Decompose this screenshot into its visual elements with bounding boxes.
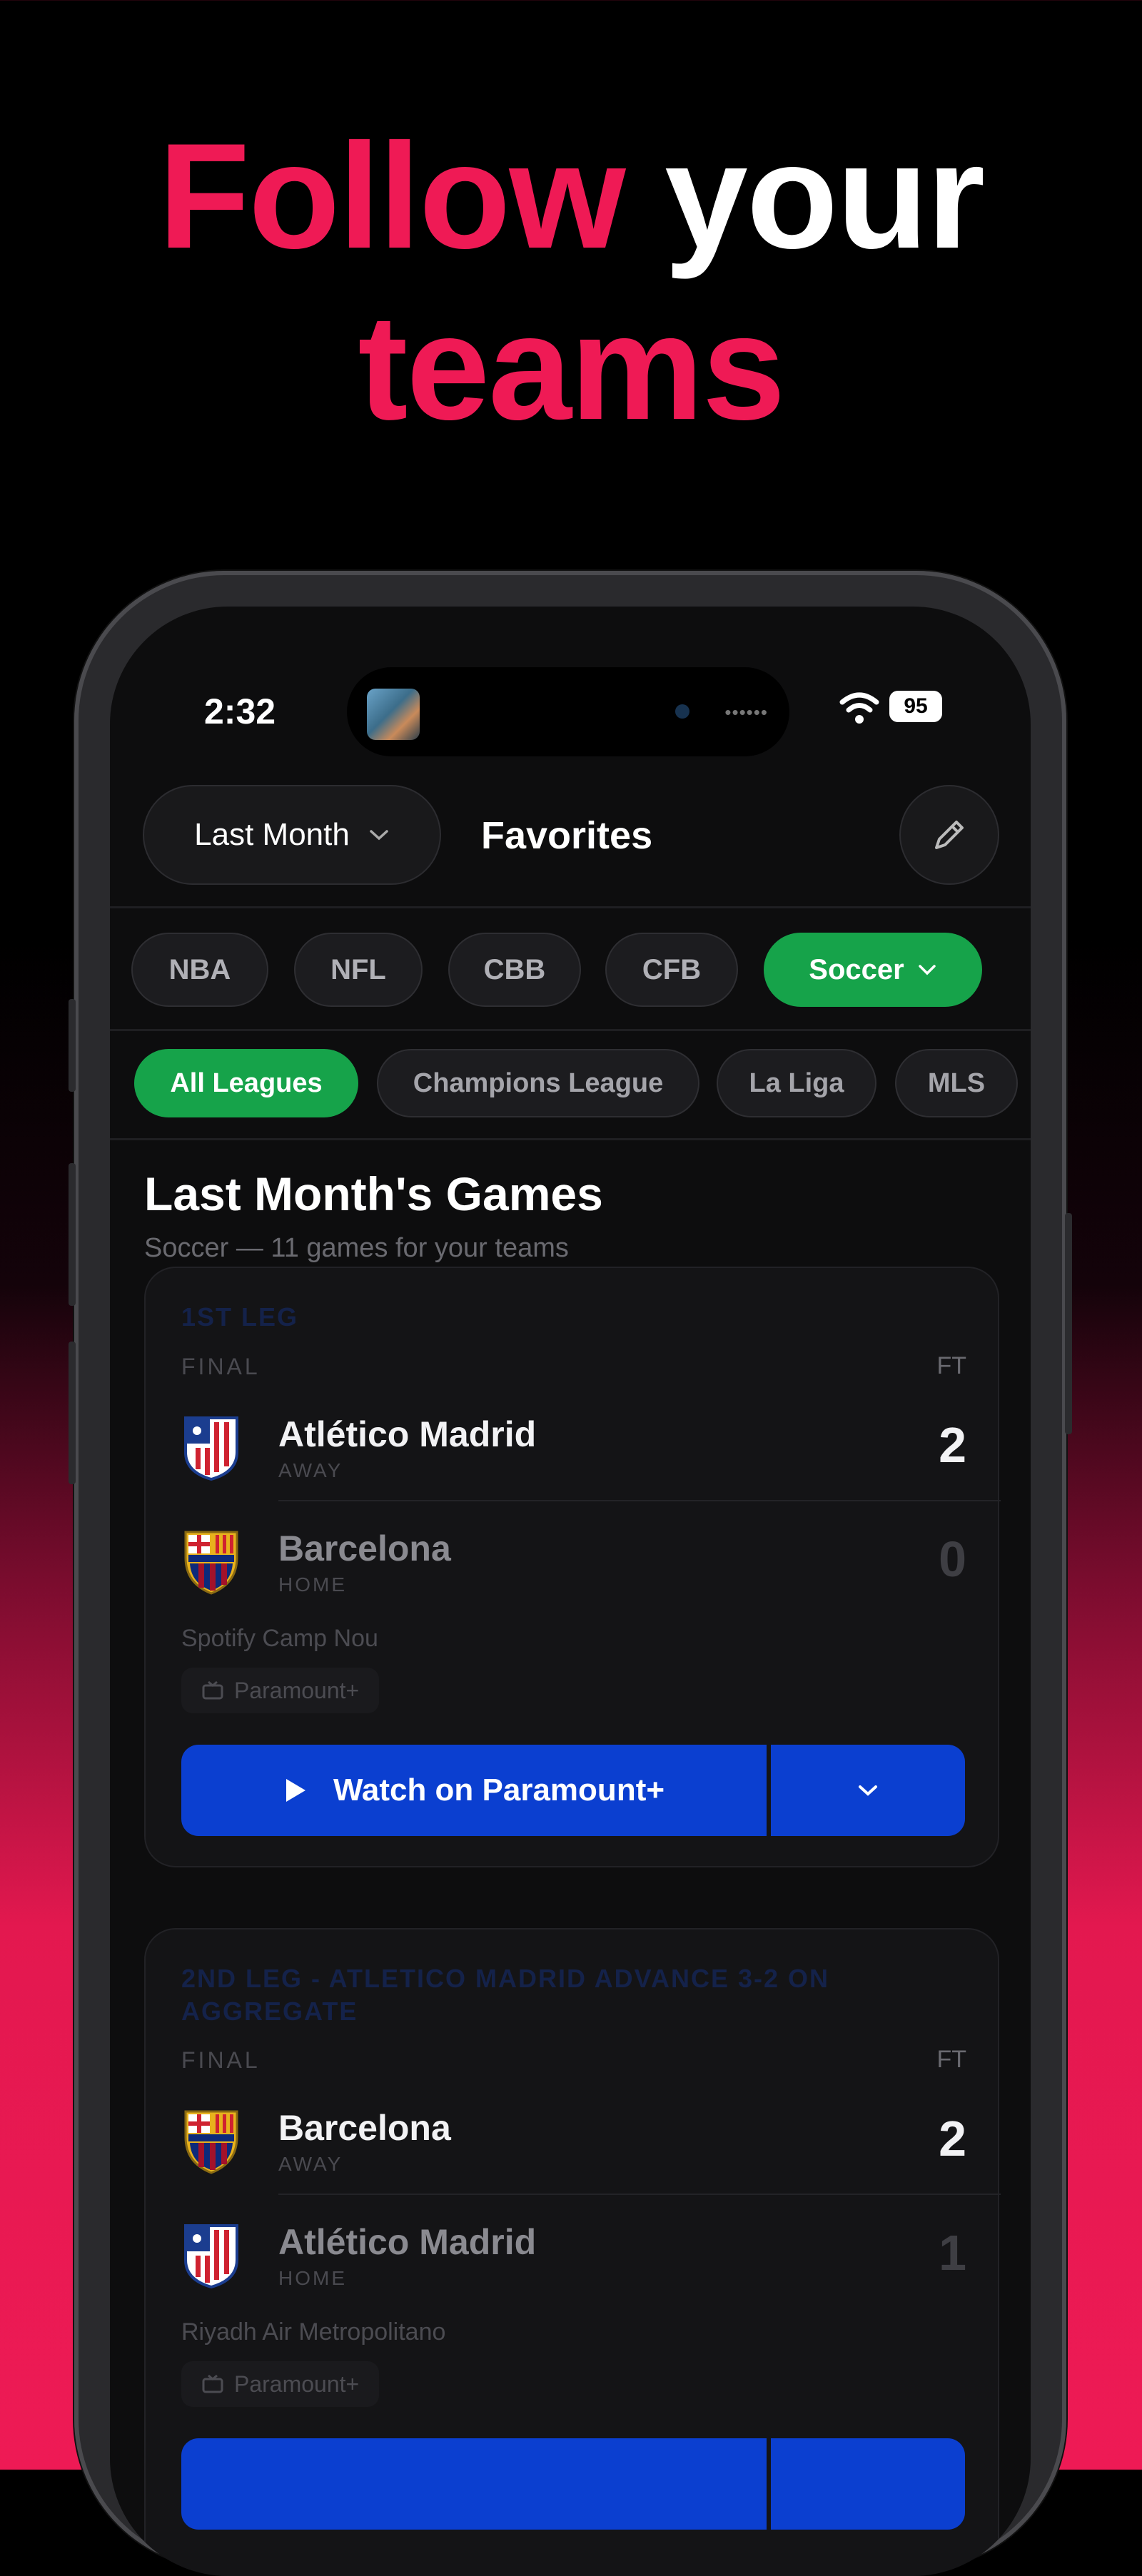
league-tab-champions-league[interactable]: Champions League — [377, 1049, 699, 1117]
network-badge: Paramount+ — [181, 1668, 380, 1713]
section-title: Last Month's Games — [144, 1167, 603, 1220]
pencil-icon — [935, 821, 964, 849]
team-name: Atlético Madrid — [278, 1414, 537, 1454]
team-row[interactable]: Barcelona AWAY 2 — [181, 2097, 966, 2183]
sport-tab-cbb[interactable]: CBB — [448, 933, 581, 1007]
league-tab-label: La Liga — [749, 1068, 844, 1098]
watch-button[interactable] — [181, 2438, 767, 2530]
page-title: Favorites — [481, 814, 653, 857]
team-row-divider — [278, 1500, 1001, 1501]
team-role: HOME — [278, 1573, 347, 1596]
app-screen: 2:32 •••••• 95 Last Month Favorites NBA … — [110, 607, 1031, 2576]
header-divider — [110, 906, 1031, 908]
phone-volume-down — [69, 1342, 76, 1484]
network-badge: Paramount+ — [181, 2361, 380, 2407]
team-role: HOME — [278, 2267, 347, 2289]
venue-label: Spotify Camp Nou — [181, 1625, 378, 1652]
play-icon — [286, 1779, 305, 1802]
chevron-down-icon — [918, 965, 936, 975]
watch-options-button[interactable] — [771, 1745, 965, 1836]
battery-indicator: 95 — [889, 691, 942, 722]
team-row[interactable]: Atlético Madrid AWAY 2 — [181, 1404, 966, 1489]
time-range-label: Last Month — [194, 817, 350, 852]
watch-options-button[interactable] — [771, 2438, 965, 2530]
sport-tab-nba[interactable]: NBA — [131, 933, 268, 1007]
team-score: 1 — [939, 2225, 966, 2281]
atletico-crest-icon — [184, 2224, 238, 2288]
status-time: 2:32 — [204, 691, 276, 731]
game-period: FT — [936, 1352, 966, 1379]
team-score: 2 — [939, 2111, 966, 2166]
game-leg-label: 2ND LEG - ATLETICO MADRID ADVANCE 3-2 ON… — [181, 1964, 830, 2026]
watch-button-label: Watch on Paramount+ — [333, 1773, 665, 1807]
team-score: 0 — [939, 1531, 966, 1587]
camera-dot — [675, 704, 689, 719]
sport-tab-label: NBA — [168, 953, 231, 985]
headline-word-follow: Follow — [158, 112, 626, 280]
league-tab-label: Champions League — [413, 1068, 664, 1098]
game-status: FINAL — [181, 2047, 261, 2073]
wifi-icon — [839, 692, 879, 724]
barcelona-crest-icon — [184, 1531, 238, 1595]
game-status: FINAL — [181, 1354, 261, 1379]
team-role: AWAY — [278, 2153, 343, 2175]
team-row-divider — [278, 2194, 1001, 2195]
team-row[interactable]: Atlético Madrid HOME 1 — [181, 2211, 966, 2297]
sport-tab-soccer[interactable]: Soccer — [764, 933, 982, 1007]
network-name: Paramount+ — [234, 2370, 360, 2397]
headline-line-1: Follow your — [0, 121, 1142, 271]
now-playing-artwork — [367, 689, 420, 740]
sport-tab-label: CFB — [642, 953, 702, 985]
team-row[interactable]: Barcelona HOME 0 — [181, 1518, 966, 1603]
team-name: Atlético Madrid — [278, 2222, 537, 2262]
team-role: AWAY — [278, 1459, 343, 1481]
game-period: FT — [936, 2046, 966, 2073]
dynamic-island[interactable]: •••••• — [347, 667, 789, 756]
league-tab-mls[interactable]: MLS — [895, 1049, 1018, 1117]
edit-button[interactable] — [899, 785, 999, 885]
phone-power-button — [1065, 1213, 1072, 1434]
tv-icon — [202, 1680, 223, 1700]
team-name: Barcelona — [278, 2108, 451, 2148]
phone-frame: 2:32 •••••• 95 Last Month Favorites NBA … — [69, 571, 1072, 2576]
game-leg-label: 1ST LEG — [181, 1302, 299, 1332]
league-tab-all[interactable]: All Leagues — [134, 1049, 358, 1117]
game-card[interactable]: 2ND LEG - ATLETICO MADRID ADVANCE 3-2 ON… — [144, 1928, 1001, 2576]
sport-tab-label: NFL — [330, 953, 386, 985]
chevron-down-icon — [370, 830, 388, 841]
phone-action-button — [69, 999, 76, 1092]
venue-label: Riyadh Air Metropolitano — [181, 2318, 446, 2346]
leagues-divider — [110, 1138, 1031, 1140]
audio-waveform-icon: •••••• — [724, 701, 768, 723]
league-tab-label: MLS — [927, 1068, 986, 1098]
sport-tab-label: CBB — [483, 953, 546, 985]
league-tab-la-liga[interactable]: La Liga — [717, 1049, 876, 1117]
time-range-dropdown[interactable]: Last Month — [143, 785, 441, 885]
sport-tab-cfb[interactable]: CFB — [605, 933, 738, 1007]
headline-word-your: your — [665, 112, 985, 280]
watch-button[interactable]: Watch on Paramount+ — [181, 1745, 767, 1836]
league-tab-label: All Leagues — [170, 1068, 323, 1098]
barcelona-crest-icon — [184, 2110, 238, 2174]
network-name: Paramount+ — [234, 1677, 360, 1703]
atletico-crest-icon — [184, 1416, 238, 1481]
chevron-down-icon — [859, 1785, 877, 1796]
sport-tab-label: Soccer — [809, 953, 904, 985]
sport-tab-nfl[interactable]: NFL — [294, 933, 423, 1007]
headline-word-teams: teams — [358, 283, 785, 451]
team-score: 2 — [939, 1417, 966, 1473]
phone-volume-up — [69, 1163, 76, 1306]
team-name: Barcelona — [278, 1528, 451, 1568]
section-subtitle: Soccer — 11 games for your teams — [144, 1233, 569, 1263]
game-card[interactable]: 1ST LEG FINAL FT Atlético Madrid AWAY 2 — [144, 1267, 1001, 1867]
sports-divider — [110, 1029, 1031, 1031]
tv-icon — [202, 2374, 223, 2393]
